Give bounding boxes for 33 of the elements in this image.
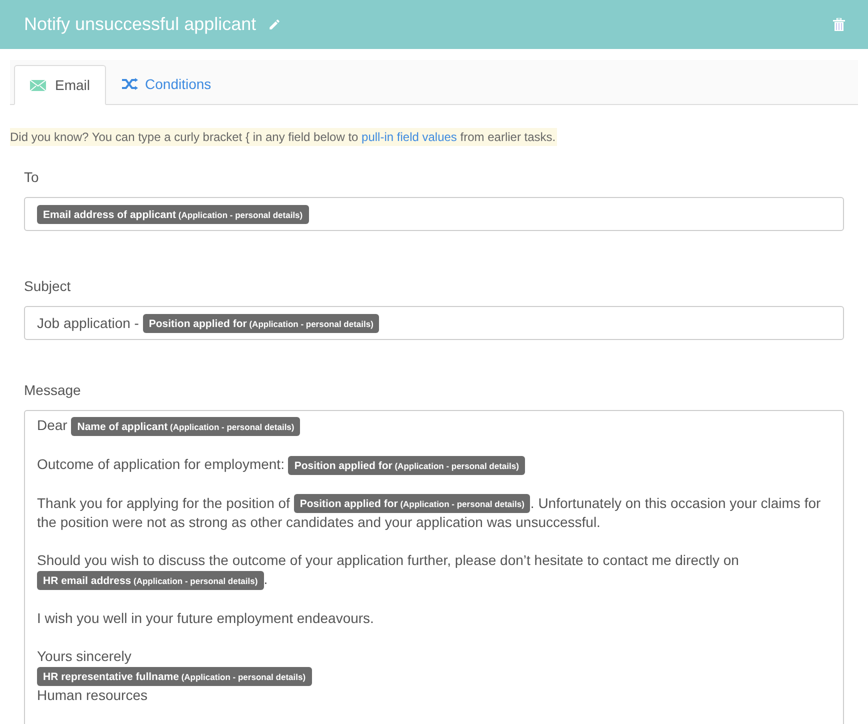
message-text: Dear: [37, 417, 68, 433]
field-label: Subject: [24, 278, 71, 294]
tab[interactable]: Email: [14, 65, 106, 105]
tab[interactable]: Conditions: [106, 64, 228, 104]
message-text: Human resources: [37, 686, 148, 703]
field-label: To: [24, 169, 39, 185]
shuffle-icon: [122, 78, 138, 90]
message-text: Outcome of application for employment:: [37, 456, 286, 472]
field-token[interactable]: HR representative fullname (Application - personal details): [37, 666, 312, 686]
envelope-icon: [30, 80, 46, 90]
message-text: .: [264, 571, 268, 588]
input-field[interactable]: Email address of applicant (Application - personal details): [24, 197, 844, 231]
field-token[interactable]: Position applied for (Application - personal details): [142, 314, 380, 332]
message-text: the position were not as strong as other candidates and your application was unsuccessful.: [37, 514, 600, 530]
message-field[interactable]: [24, 410, 844, 724]
field-label: Message: [24, 382, 81, 398]
message-text: Should you wish to discuss the outcome of your application further, please don’t hesitate to contact me directly on: [37, 552, 739, 568]
task-title: Notify unsuccessful applicant: [24, 13, 256, 36]
help-link[interactable]: pull-in field values: [362, 130, 457, 144]
field-value: Job application -: [37, 314, 140, 333]
trash-icon[interactable]: [833, 18, 845, 31]
hint-text: Did you know? You can type a curly bracket { in any field below to pull-in field values from earlier tasks.: [10, 128, 557, 146]
message-text: . Unfortunately on this occasion your claims for: [530, 494, 821, 511]
field-token[interactable]: Email address of applicant (Application - personal details): [37, 204, 309, 224]
field-token[interactable]: Position applied for (Application - personal details): [288, 456, 525, 475]
message-text: I wish you well in your future employment endeavours.: [37, 610, 374, 626]
field-token[interactable]: HR email address (Application - personal details): [37, 571, 264, 590]
edit-icon[interactable]: [268, 18, 282, 31]
input-field[interactable]: Job application - Position applied for (Application - personal details): [24, 306, 844, 340]
message-text: Yours sincerely: [37, 648, 132, 664]
field-token[interactable]: Name of applicant (Application - personal details): [71, 416, 300, 436]
message-text: Thank you for applying for the position of: [37, 494, 291, 511]
field-token[interactable]: Position applied for (Application - personal details): [294, 494, 530, 514]
